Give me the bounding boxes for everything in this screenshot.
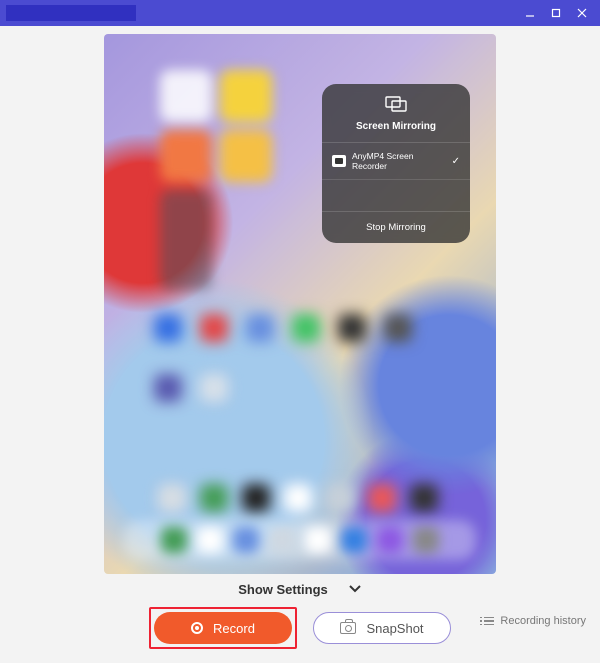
recording-history-link[interactable]: Recording history <box>484 615 586 627</box>
record-icon <box>191 622 203 634</box>
app-row <box>154 374 228 402</box>
app-logo <box>6 5 136 21</box>
mirroring-title: Screen Mirroring <box>330 121 462 132</box>
settings-label: Show Settings <box>238 582 328 597</box>
titlebar <box>0 0 600 26</box>
camera-icon <box>340 622 356 634</box>
list-icon <box>484 617 494 626</box>
app-row <box>154 314 412 342</box>
record-button[interactable]: Record <box>154 612 292 644</box>
snapshot-label: SnapShot <box>366 621 423 636</box>
device-icon <box>332 155 346 167</box>
history-label: Recording history <box>500 615 586 627</box>
screen-mirroring-icon <box>330 96 462 115</box>
dock <box>124 520 476 560</box>
mirroring-panel: Screen Mirroring AnyMP4 Screen Recorder … <box>322 84 470 243</box>
record-highlight: Record <box>149 607 297 649</box>
stop-mirroring-button[interactable]: Stop Mirroring <box>322 211 470 243</box>
minimize-button[interactable] <box>518 3 542 23</box>
window-controls <box>518 3 594 23</box>
widget-cluster <box>160 70 272 290</box>
maximize-button[interactable] <box>544 3 568 23</box>
app-row <box>158 484 438 512</box>
chevron-down-icon <box>348 583 362 597</box>
snapshot-button[interactable]: SnapShot <box>313 612 451 644</box>
device-preview: Screen Mirroring AnyMP4 Screen Recorder … <box>104 34 496 574</box>
mirroring-target-label: AnyMP4 Screen Recorder <box>352 151 446 171</box>
show-settings-toggle[interactable]: Show Settings <box>238 574 362 607</box>
mirroring-target-item[interactable]: AnyMP4 Screen Recorder ✓ <box>322 142 470 179</box>
record-label: Record <box>213 621 255 636</box>
close-button[interactable] <box>570 3 594 23</box>
checkmark-icon: ✓ <box>452 156 460 167</box>
